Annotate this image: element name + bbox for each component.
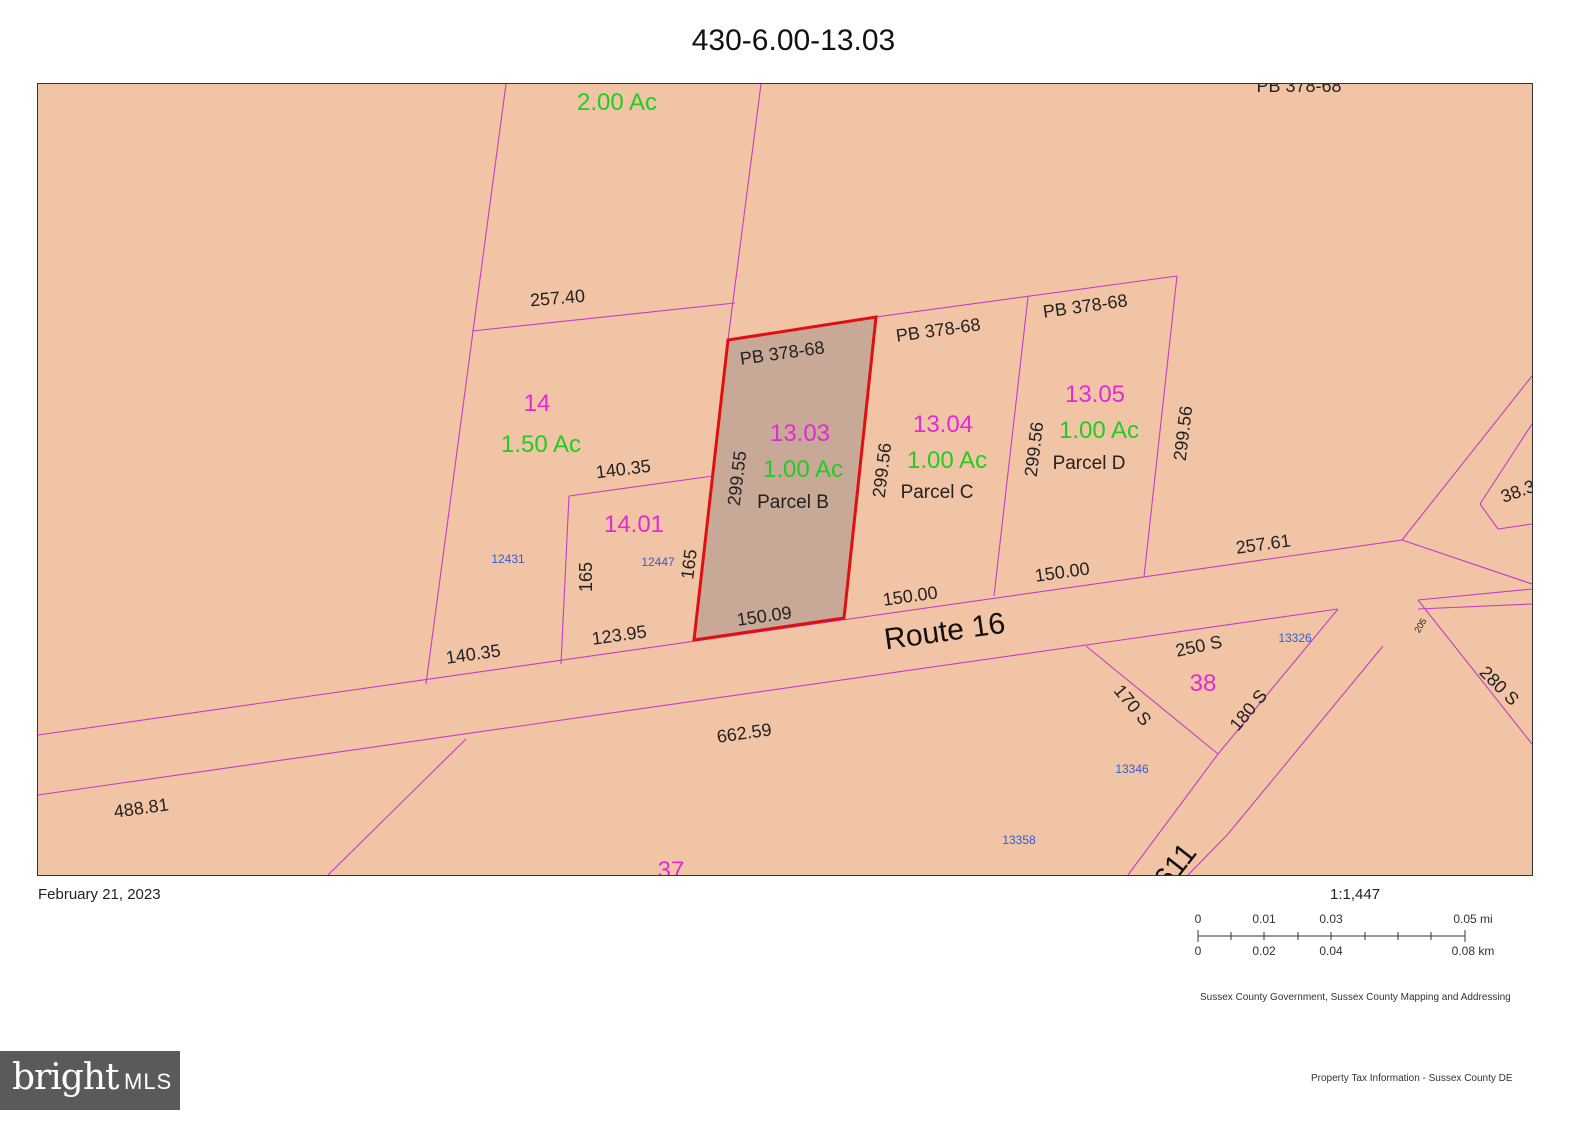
road-label-route-16: Route 16 — [882, 607, 1007, 657]
dimension-label: 38.3 — [1498, 476, 1532, 507]
scale-label-km: 0.08 km — [1452, 944, 1495, 958]
scale-ratio: 1:1,447 — [1330, 886, 1381, 903]
parcel-name-d: Parcel D — [1053, 453, 1126, 474]
parcel-id-13-03: 13.03 — [770, 420, 830, 447]
scale-label-km: 0.02 — [1252, 944, 1276, 958]
brand-suffix: MLS — [124, 1069, 173, 1094]
parcel-id-13-04: 13.04 — [913, 411, 973, 438]
dimension-label: 140.35 — [445, 640, 502, 667]
dimension-label: 257.40 — [529, 286, 586, 311]
dimension-label: 170 S — [1110, 681, 1156, 730]
parcel-id-14: 14 — [524, 390, 551, 417]
acreage-label: 1.00 Ac — [907, 447, 987, 474]
dimension-label: 488.81 — [113, 794, 170, 821]
map-attribution: Sussex County Government, Sussex County … — [1200, 992, 1511, 1003]
dimension-label: 299.56 — [869, 442, 896, 499]
dimension-label: 140.35 — [595, 456, 652, 483]
dimension-label: 123.95 — [591, 621, 648, 648]
scale-label-mi: 0.03 — [1319, 912, 1343, 926]
dimension-label: 250 S — [1174, 631, 1224, 660]
bright-mls-logo: bright MLS — [0, 1051, 180, 1110]
brand-name: bright — [12, 1057, 119, 1098]
dimension-label: 299.56 — [1170, 405, 1197, 462]
dimension-label: 299.56 — [1021, 421, 1048, 478]
scale-label-mi: 0.05 mi — [1453, 912, 1492, 926]
dimension-label: 662.59 — [716, 719, 773, 746]
parcel-id-38: 38 — [1190, 670, 1217, 697]
scale-label-mi: 0.01 — [1252, 912, 1276, 926]
parcel-id-37: 37 — [658, 857, 685, 875]
map-title: 430-6.00-13.03 — [691, 24, 896, 57]
map-footer: Property Tax Information - Sussex County… — [1311, 1073, 1513, 1084]
scale-bar: 0 0.01 0.03 0.05 mi 0 0.02 0.04 0.08 km — [1190, 910, 1510, 970]
scale-label-km: 0.04 — [1319, 944, 1343, 958]
scale-bar-line — [1197, 930, 1466, 942]
parcel-name-c: Parcel C — [901, 482, 974, 503]
parcel-id-13-05: 13.05 — [1065, 381, 1125, 408]
acreage-label: 1.00 Ac — [1059, 417, 1139, 444]
acreage-label: 2.00 Ac — [577, 89, 657, 116]
dimension-label: 165 — [576, 562, 596, 592]
acreage-label: 1.00 Ac — [763, 456, 843, 483]
parcel-id-14-01: 14.01 — [604, 511, 664, 538]
plat-ref: PB 378-68 — [1256, 84, 1341, 96]
address-number: 13346 — [1115, 762, 1149, 776]
dimension-label: 205 — [1412, 616, 1428, 634]
parcel-map-canvas: 13.03 13.04 13.05 14 14.01 38 37 2.00 Ac… — [38, 84, 1532, 875]
dimension-label: 180 S — [1226, 686, 1272, 735]
scale-label-km: 0 — [1195, 944, 1202, 958]
dimension-label: 257.61 — [1235, 530, 1292, 557]
address-number: 12431 — [491, 552, 525, 566]
acreage-label: 1.50 Ac — [501, 431, 581, 458]
dimension-label: 165 — [677, 548, 701, 580]
address-number: 13326 — [1278, 631, 1312, 645]
parcel-name-b: Parcel B — [757, 492, 829, 513]
address-number: 12447 — [641, 555, 675, 569]
map-date: February 21, 2023 — [38, 886, 161, 903]
parcel-map[interactable]: 13.03 13.04 13.05 14 14.01 38 37 2.00 Ac… — [37, 83, 1533, 876]
dimension-label: 150.00 — [1034, 558, 1091, 585]
plat-ref: PB 378-68 — [1042, 290, 1129, 322]
plat-ref: PB 378-68 — [895, 314, 982, 346]
dimension-label: 150.00 — [882, 582, 939, 609]
road-label-611: 611 — [1148, 837, 1203, 875]
address-number: 13358 — [1002, 833, 1036, 847]
scale-label-mi: 0 — [1195, 912, 1202, 926]
